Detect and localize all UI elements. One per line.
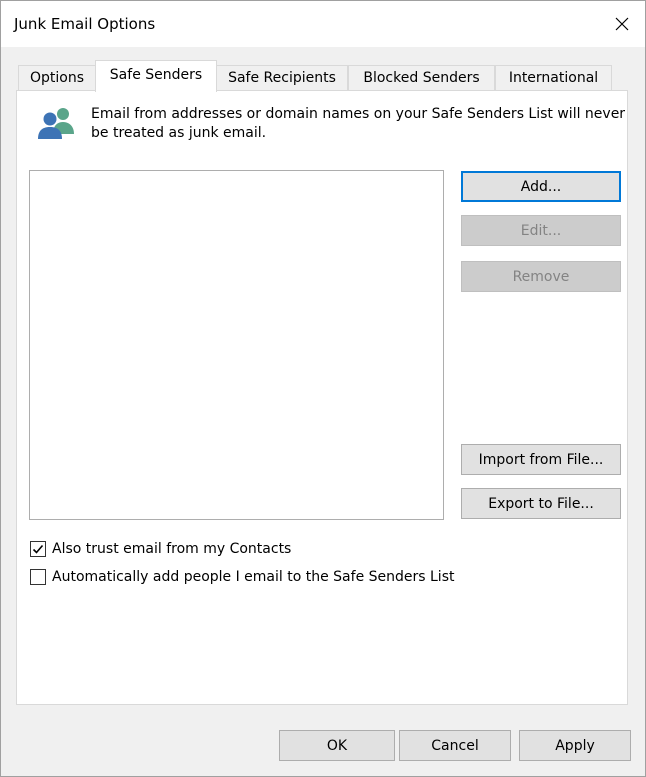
tab-label: Safe Recipients: [228, 70, 336, 86]
cancel-button[interactable]: Cancel: [399, 730, 511, 761]
tab-safe-recipients[interactable]: Safe Recipients: [216, 65, 348, 90]
edit-button: Edit...: [461, 215, 621, 246]
close-button[interactable]: [599, 1, 645, 47]
junk-email-options-dialog: Junk Email Options Options Safe Senders …: [0, 0, 646, 777]
trust-contacts-label: Also trust email from my Contacts: [52, 541, 292, 557]
tab-options[interactable]: Options: [18, 65, 96, 90]
auto-add-option[interactable]: Automatically add people I email to the …: [30, 567, 454, 587]
import-from-file-button[interactable]: Import from File...: [461, 444, 621, 475]
tab-international[interactable]: International: [495, 65, 612, 90]
safe-senders-list[interactable]: [29, 170, 444, 520]
tab-label: Safe Senders: [109, 67, 203, 83]
tab-blocked-senders[interactable]: Blocked Senders: [348, 65, 495, 90]
tab-label: Options: [29, 70, 85, 86]
remove-button: Remove: [461, 261, 621, 292]
tab-label: Blocked Senders: [363, 70, 480, 86]
title-bar: Junk Email Options: [1, 1, 645, 47]
tab-label: International: [508, 70, 599, 86]
window-title: Junk Email Options: [14, 15, 156, 33]
add-button[interactable]: Add...: [461, 171, 621, 202]
trust-contacts-option[interactable]: Also trust email from my Contacts: [30, 539, 291, 559]
tab-safe-senders[interactable]: Safe Senders: [95, 60, 217, 92]
export-to-file-button[interactable]: Export to File...: [461, 488, 621, 519]
ok-button[interactable]: OK: [279, 730, 395, 761]
auto-add-label: Automatically add people I email to the …: [52, 569, 455, 585]
apply-button[interactable]: Apply: [519, 730, 631, 761]
checkmark-icon: [32, 544, 44, 554]
safe-senders-description: Email from addresses or domain names on …: [91, 106, 626, 141]
people-icon: [38, 108, 74, 139]
trust-contacts-checkbox[interactable]: [30, 541, 46, 557]
close-icon: [615, 17, 629, 31]
auto-add-checkbox[interactable]: [30, 569, 46, 585]
